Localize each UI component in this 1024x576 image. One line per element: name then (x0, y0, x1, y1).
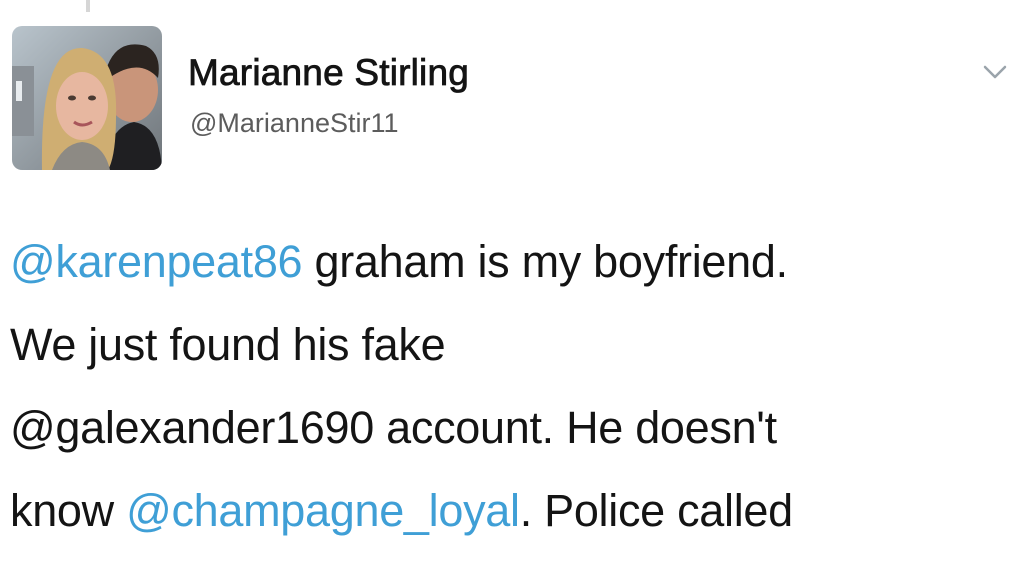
tweet-text-fragment: graham is my boyfriend. (302, 236, 788, 287)
tweet-text-fragment: @galexander1690 account. He doesn't (10, 402, 777, 453)
tweet-text-fragment: . Police called (519, 485, 793, 536)
tweet-card: Marianne Stirling @MarianneStir11 @karen… (0, 0, 1024, 576)
author-display-name[interactable]: Marianne Stirling (188, 52, 470, 94)
tweet-line: We just found his fake (10, 303, 1010, 386)
mention-link[interactable]: @champagne_loyal (126, 485, 520, 536)
chevron-down-icon[interactable] (982, 62, 1008, 82)
tweet-text-fragment: know (10, 485, 127, 536)
tweet-text: @karenpeat86 graham is my boyfriend. We … (10, 220, 1010, 552)
tweet-text-fragment: We just found his fake (10, 319, 446, 370)
tweet-line: @karenpeat86 graham is my boyfriend. (10, 220, 1010, 303)
divider-mark (86, 0, 90, 12)
tweet-line: know @champagne_loyal. Police called (10, 469, 1010, 552)
mention-link[interactable]: @karenpeat86 (10, 236, 303, 287)
author-handle[interactable]: @MarianneStir11 (190, 108, 399, 139)
tweet-line: @galexander1690 account. He doesn't (10, 386, 1010, 469)
author-avatar[interactable] (12, 26, 162, 170)
